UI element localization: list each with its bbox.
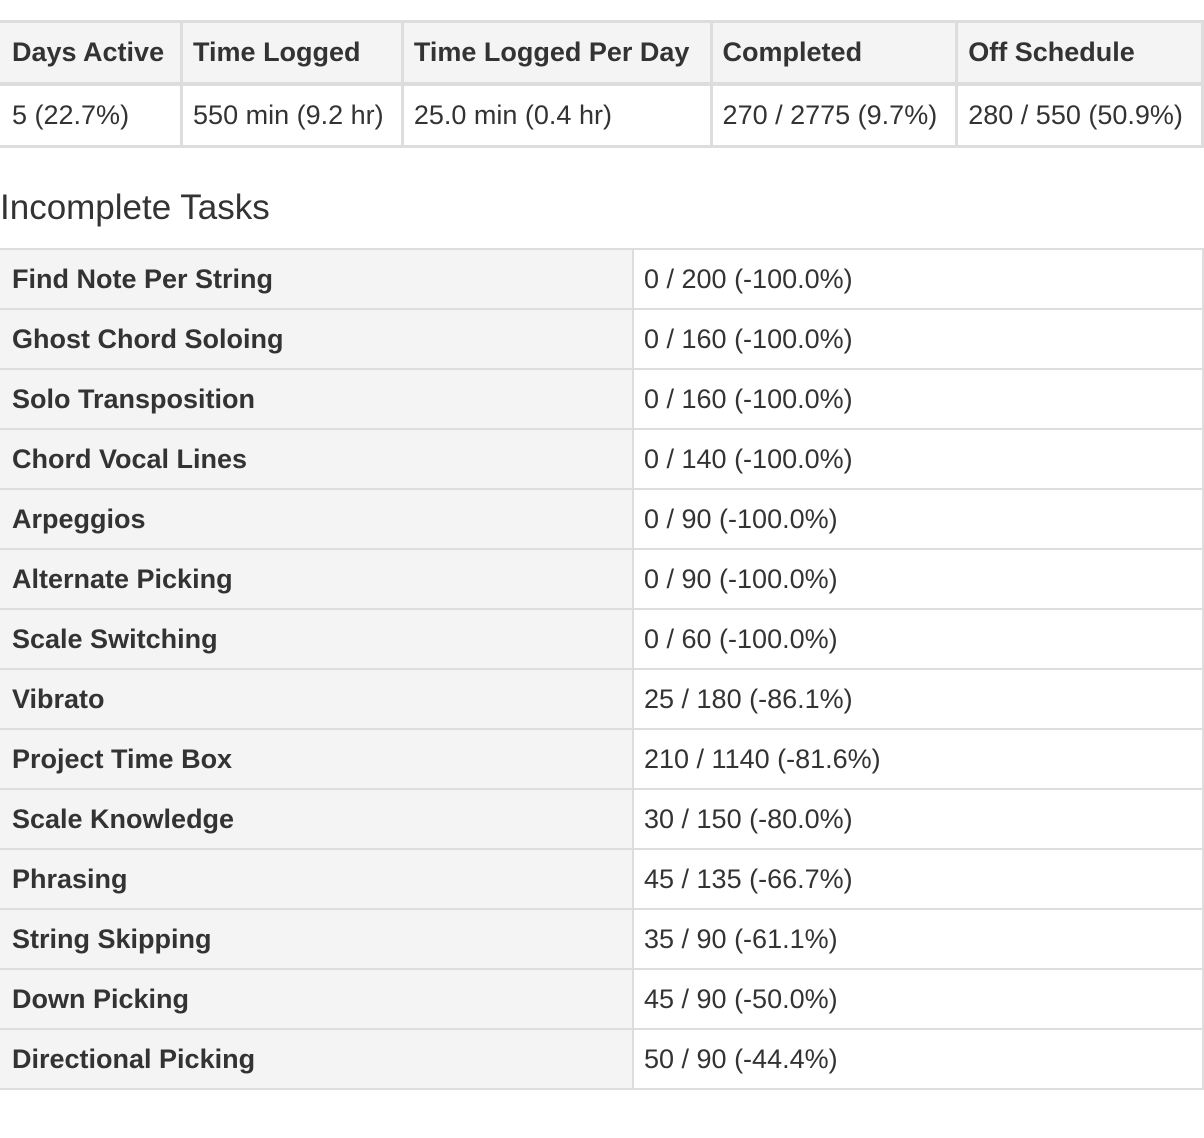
task-progress: 0 / 160 (-100.0%) <box>632 308 1204 370</box>
task-progress: 0 / 90 (-100.0%) <box>632 548 1204 610</box>
task-row: Chord Vocal Lines 0 / 140 (-100.0%) <box>0 428 1204 490</box>
task-name: String Skipping <box>0 908 634 970</box>
header-days-active: Days Active <box>0 20 184 86</box>
task-name: Scale Switching <box>0 608 634 670</box>
task-row: Find Note Per String 0 / 200 (-100.0%) <box>0 248 1204 310</box>
summary-table: Days Active Time Logged Time Logged Per … <box>0 20 1204 148</box>
task-name: Arpeggios <box>0 488 634 550</box>
header-time-logged: Time Logged <box>180 20 404 86</box>
task-row: Phrasing 45 / 135 (-66.7%) <box>0 848 1204 910</box>
task-progress: 35 / 90 (-61.1%) <box>632 908 1204 970</box>
task-row: Alternate Picking 0 / 90 (-100.0%) <box>0 548 1204 610</box>
value-time-logged: 550 min (9.2 hr) <box>180 82 404 148</box>
summary-value-row: 5 (22.7%) 550 min (9.2 hr) 25.0 min (0.4… <box>0 82 1204 148</box>
task-row: Arpeggios 0 / 90 (-100.0%) <box>0 488 1204 550</box>
task-name: Ghost Chord Soloing <box>0 308 634 370</box>
task-row: Solo Transposition 0 / 160 (-100.0%) <box>0 368 1204 430</box>
task-progress: 45 / 90 (-50.0%) <box>632 968 1204 1030</box>
task-progress: 0 / 160 (-100.0%) <box>632 368 1204 430</box>
task-name: Alternate Picking <box>0 548 634 610</box>
task-progress: 0 / 200 (-100.0%) <box>632 248 1204 310</box>
task-name: Vibrato <box>0 668 634 730</box>
task-progress: 45 / 135 (-66.7%) <box>632 848 1204 910</box>
header-time-logged-per-day: Time Logged Per Day <box>400 20 713 86</box>
task-name: Find Note Per String <box>0 248 634 310</box>
value-completed: 270 / 2775 (9.7%) <box>709 82 959 148</box>
task-row: Ghost Chord Soloing 0 / 160 (-100.0%) <box>0 308 1204 370</box>
task-row: Directional Picking 50 / 90 (-44.4%) <box>0 1028 1204 1090</box>
task-progress: 50 / 90 (-44.4%) <box>632 1028 1204 1090</box>
task-progress: 0 / 90 (-100.0%) <box>632 488 1204 550</box>
task-row: Project Time Box 210 / 1140 (-81.6%) <box>0 728 1204 790</box>
task-name: Project Time Box <box>0 728 634 790</box>
task-row: Vibrato 25 / 180 (-86.1%) <box>0 668 1204 730</box>
incomplete-tasks-heading: Incomplete Tasks <box>0 188 270 227</box>
value-off-schedule: 280 / 550 (50.9%) <box>955 82 1204 148</box>
task-progress: 0 / 60 (-100.0%) <box>632 608 1204 670</box>
task-row: String Skipping 35 / 90 (-61.1%) <box>0 908 1204 970</box>
task-name: Directional Picking <box>0 1028 634 1090</box>
task-progress: 25 / 180 (-86.1%) <box>632 668 1204 730</box>
task-row: Down Picking 45 / 90 (-50.0%) <box>0 968 1204 1030</box>
task-name: Down Picking <box>0 968 634 1030</box>
task-name: Scale Knowledge <box>0 788 634 850</box>
incomplete-tasks-table: Find Note Per String 0 / 200 (-100.0%) Gho… <box>0 248 1204 1090</box>
value-days-active: 5 (22.7%) <box>0 82 184 148</box>
value-time-logged-per-day: 25.0 min (0.4 hr) <box>400 82 713 148</box>
task-progress: 30 / 150 (-80.0%) <box>632 788 1204 850</box>
task-progress: 210 / 1140 (-81.6%) <box>632 728 1204 790</box>
header-off-schedule: Off Schedule <box>955 20 1204 86</box>
task-name: Phrasing <box>0 848 634 910</box>
task-row: Scale Switching 0 / 60 (-100.0%) <box>0 608 1204 670</box>
summary-header-row: Days Active Time Logged Time Logged Per … <box>0 20 1204 86</box>
task-row: Scale Knowledge 30 / 150 (-80.0%) <box>0 788 1204 850</box>
task-name: Solo Transposition <box>0 368 634 430</box>
header-completed: Completed <box>709 20 959 86</box>
task-name: Chord Vocal Lines <box>0 428 634 490</box>
task-progress: 0 / 140 (-100.0%) <box>632 428 1204 490</box>
